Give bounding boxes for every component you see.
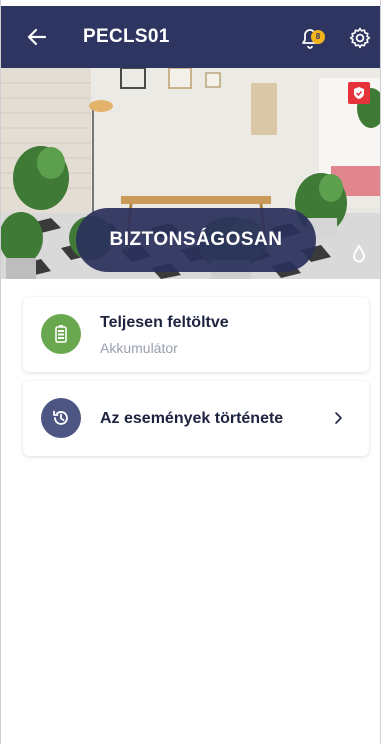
back-arrow-icon[interactable] <box>25 25 49 49</box>
history-icon <box>41 398 81 438</box>
battery-icon <box>41 314 81 354</box>
shield-icon <box>348 82 370 104</box>
event-history-card[interactable]: Az események története <box>23 381 369 456</box>
water-drop-icon[interactable] <box>350 244 368 264</box>
room-photo: BIZTONSÁGOSAN <box>1 68 380 279</box>
gear-icon[interactable] <box>347 25 373 51</box>
notification-badge: 8 <box>311 30 325 44</box>
battery-status-subtitle: Akkumulátor <box>100 340 178 356</box>
event-history-title: Az események története <box>100 410 284 427</box>
screen: PECLS01 8 BIZTONSÁGOSAN Teljesen feltölt… <box>0 0 381 744</box>
page-title: PECLS01 <box>83 26 170 47</box>
battery-card: Teljesen feltöltve Akkumulátor <box>23 297 369 372</box>
app-bar: PECLS01 8 <box>1 6 380 68</box>
battery-status-title: Teljesen feltöltve <box>100 314 229 331</box>
chevron-right-icon <box>335 412 342 424</box>
security-status-pill[interactable]: BIZTONSÁGOSAN <box>76 208 316 272</box>
